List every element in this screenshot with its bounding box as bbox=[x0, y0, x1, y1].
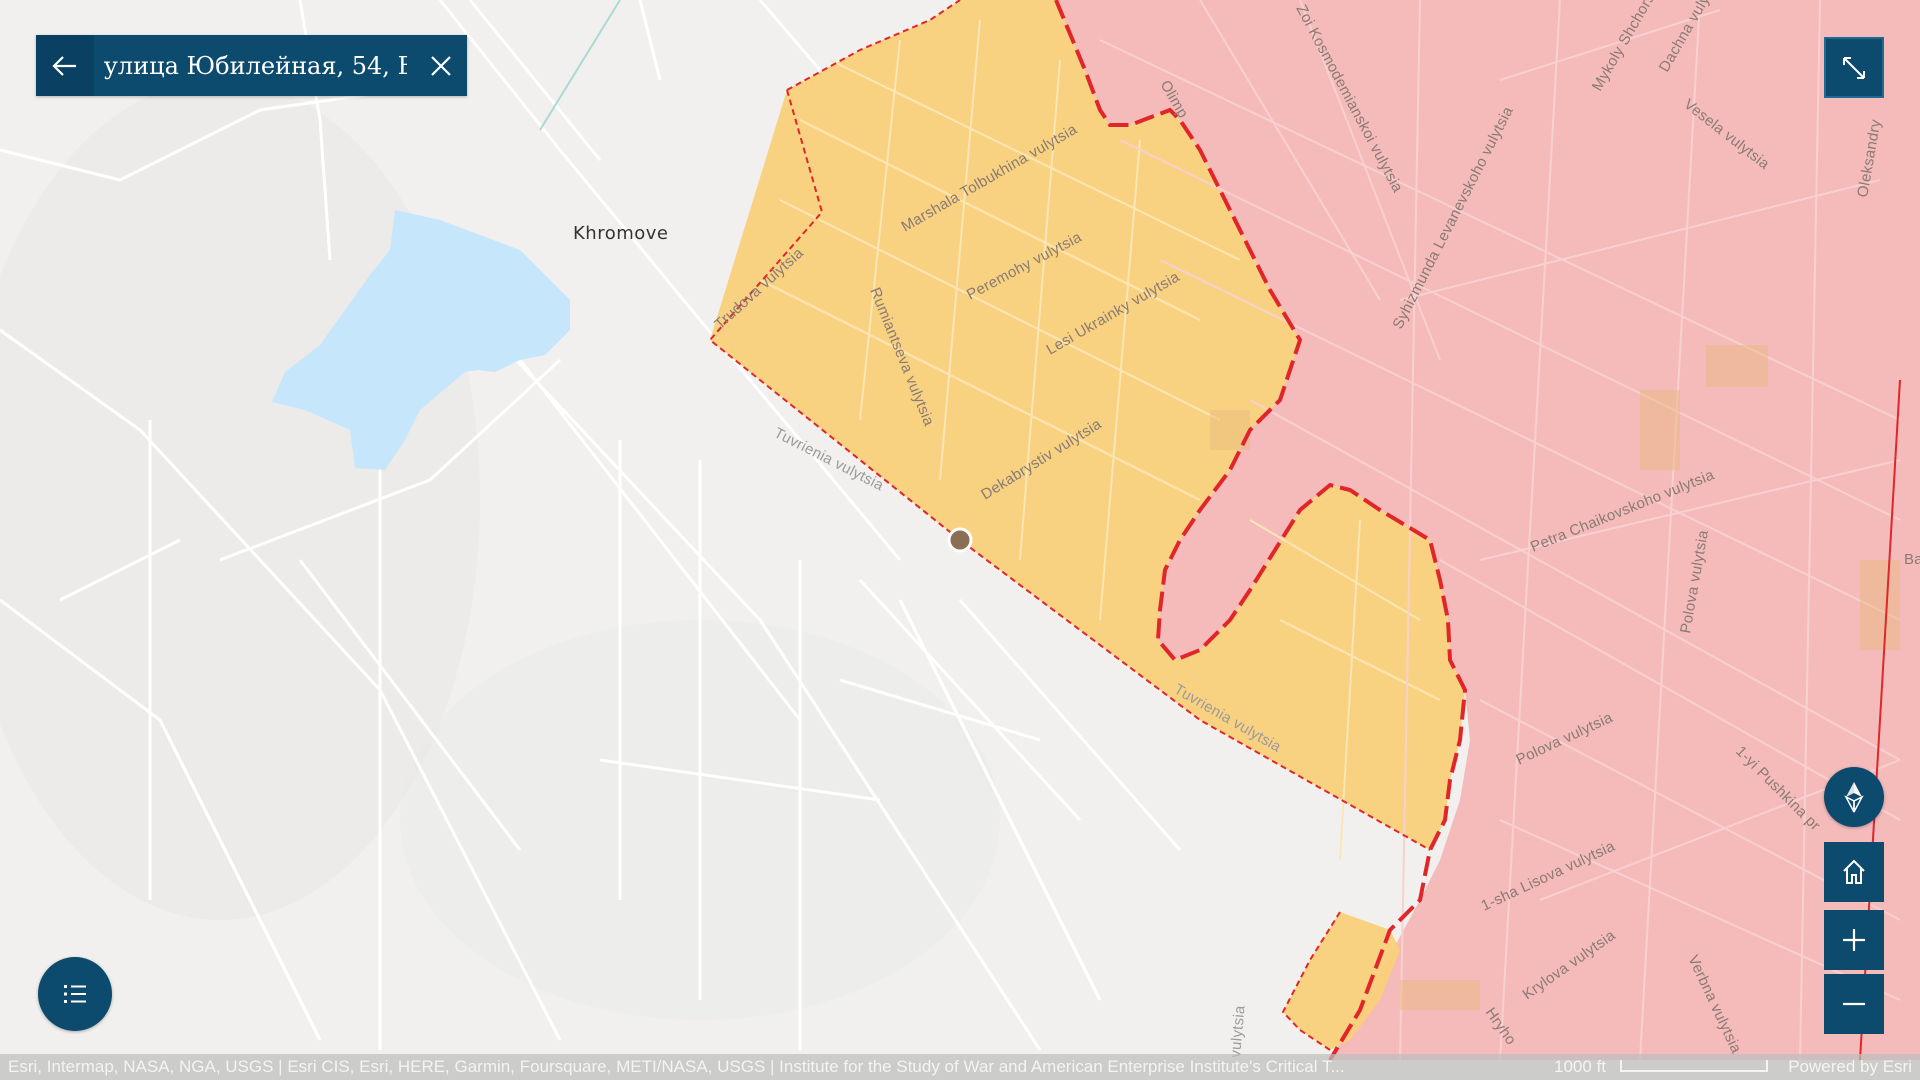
home-icon bbox=[1843, 859, 1865, 884]
close-icon bbox=[431, 55, 451, 76]
arrow-left-icon bbox=[52, 55, 76, 76]
minus-icon bbox=[1843, 1002, 1865, 1006]
street-label: Ba bbox=[1904, 551, 1920, 568]
zoom-in-button[interactable] bbox=[1824, 910, 1884, 970]
compass-icon bbox=[1844, 782, 1864, 813]
powered-by-esri[interactable]: Powered by Esri bbox=[1788, 1057, 1912, 1077]
location-marker[interactable] bbox=[947, 527, 973, 553]
fullscreen-button[interactable] bbox=[1824, 37, 1884, 98]
expand-icon bbox=[1843, 56, 1865, 79]
scale-bar bbox=[1620, 1060, 1768, 1072]
back-button[interactable] bbox=[36, 35, 94, 96]
compass-button[interactable] bbox=[1824, 767, 1884, 827]
search-bar bbox=[36, 35, 467, 96]
map-canvas[interactable]: Khromove Marshala Tolbukhina vulytsia Pe… bbox=[0, 0, 1920, 1080]
zoom-out-button[interactable] bbox=[1824, 974, 1884, 1034]
attribution-bar: Esri, Intermap, NASA, NGA, USGS | Esri C… bbox=[0, 1054, 1920, 1080]
home-button[interactable] bbox=[1824, 842, 1884, 902]
list-icon bbox=[64, 985, 86, 1003]
plus-icon bbox=[1843, 929, 1865, 951]
attribution-text[interactable]: Esri, Intermap, NASA, NGA, USGS | Esri C… bbox=[8, 1057, 1448, 1077]
place-label-khromove: Khromove bbox=[573, 223, 669, 244]
scale-label: 1000 ft bbox=[1554, 1057, 1606, 1076]
legend-button[interactable] bbox=[38, 957, 112, 1031]
search-input[interactable] bbox=[93, 35, 415, 96]
clear-search-button[interactable] bbox=[415, 35, 467, 96]
